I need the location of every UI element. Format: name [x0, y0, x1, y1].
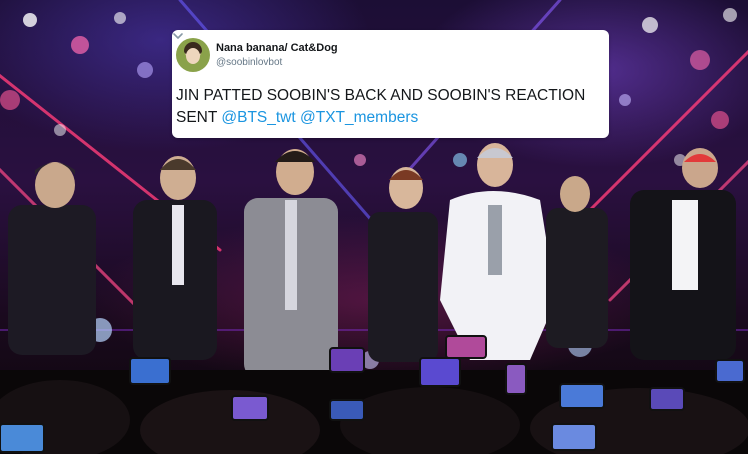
performers — [8, 143, 736, 378]
mention-link-bts[interactable]: @BTS_twt — [221, 109, 295, 126]
tweet-text: JIN PATTED SOOBIN'S BACK AND SOOBIN'S RE… — [176, 85, 604, 129]
avatar[interactable] — [176, 38, 210, 72]
tweet-handle[interactable]: @soobinlovbot — [216, 57, 282, 68]
tweet-display-name[interactable]: Nana banana/ Cat&Dog — [216, 42, 338, 54]
embedded-tweet-card[interactable]: Nana banana/ Cat&Dog @soobinlovbot JIN P… — [172, 30, 609, 138]
concert-stage-photo: Nana banana/ Cat&Dog @soobinlovbot JIN P… — [0, 0, 748, 454]
chevron-down-icon[interactable] — [172, 30, 184, 42]
mention-link-txt[interactable]: @TXT_members — [300, 109, 418, 126]
